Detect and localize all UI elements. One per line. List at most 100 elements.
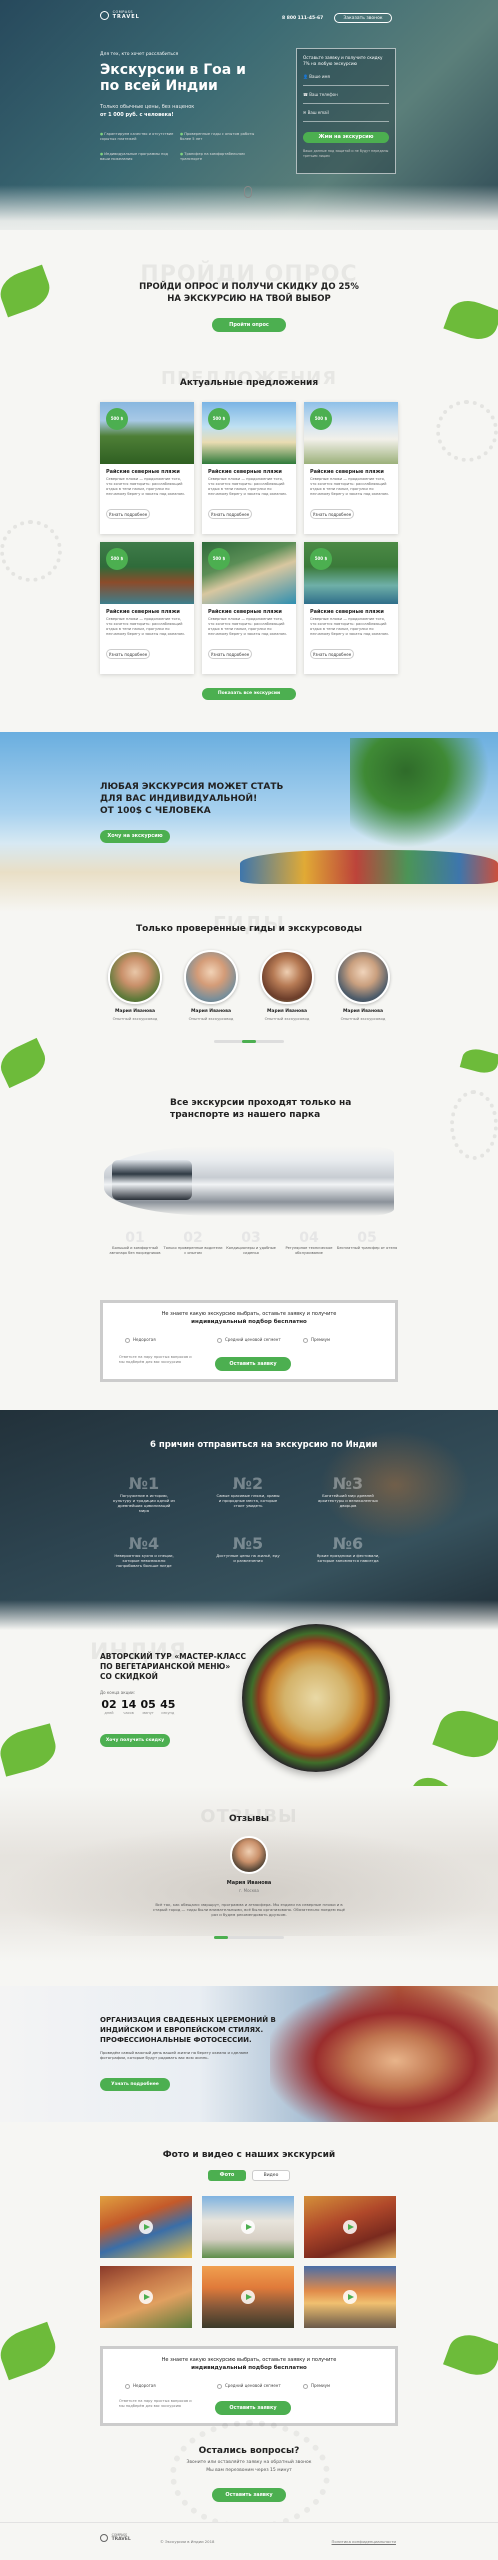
gallery-tile[interactable] xyxy=(202,2196,294,2258)
form-title-2: индивидуальный подбор бесплатно xyxy=(191,1319,307,1325)
hero-bullet: ● Трансфер на комфортабельном транспорте xyxy=(180,152,245,161)
gallery-tile[interactable] xyxy=(100,2266,192,2328)
radio-option[interactable]: Премиум xyxy=(303,1337,330,1343)
guides-title: Только проверенные гиды и экскурсоводы xyxy=(135,924,363,934)
offer-badge: 500 $ xyxy=(310,548,332,570)
compass-icon xyxy=(100,10,109,20)
tour-title-2: ПО ВЕГЕТАРИАНСКОЙ МЕНЮ» xyxy=(100,1662,231,1671)
offer-more-button[interactable]: Узнать подробнее xyxy=(310,509,354,519)
review-slider-dots[interactable] xyxy=(214,1936,284,1939)
radio-icon xyxy=(125,1337,130,1343)
form-title-2: индивидуальный подбор бесплатно xyxy=(191,2365,307,2371)
guide-name: Мария Иванова xyxy=(342,1009,384,1014)
header-phone[interactable]: 8 800 111-45-67 xyxy=(282,16,323,21)
offer-card[interactable]: 500 $ Райские северные пляжи Северные пл… xyxy=(304,542,398,674)
individual-button[interactable]: Хочу на экскурсию xyxy=(100,830,170,843)
show-all-tours-button[interactable]: Показать все экскурсии xyxy=(202,688,296,700)
phone-field[interactable]: ☎ Ваш телефон xyxy=(303,92,389,104)
offer-card[interactable]: 500 $ Райские северные пляжи Северные пл… xyxy=(100,402,194,534)
guide-photo xyxy=(336,950,390,1004)
reason-text: Невероятная кухня и специи, которые нево… xyxy=(114,1553,174,1568)
tour-discount-button[interactable]: Хочу получить скидку xyxy=(100,1734,170,1747)
radio-option[interactable]: Средний ценовой сегмент xyxy=(217,2383,281,2389)
form-side-note: Ответьте на пару простых вопросов и мы п… xyxy=(119,2399,192,2408)
transport-feature: 04 Регулярное техническое обслуживание xyxy=(278,1230,340,1256)
offer-card[interactable]: 500 $ Райские северные пляжи Северные пл… xyxy=(202,542,296,674)
offer-badge: 500 $ xyxy=(106,548,128,570)
tab-photo[interactable]: Фото xyxy=(208,2170,246,2181)
feature-number: 02 xyxy=(183,1230,203,1246)
questions-button[interactable]: Оставить заявку xyxy=(212,2488,286,2502)
wedding-text: Проведём самый важный день вашей жизни н… xyxy=(100,2050,249,2060)
quiz-title-2: НА ЭКСКУРСИЮ НА ТВОЙ ВЫБОР xyxy=(167,294,331,304)
wedding-title-1: ОРГАНИЗАЦИЯ СВАДЕБНЫХ ЦЕРЕМОНИЙ В xyxy=(100,2016,276,2024)
slider-active-dot[interactable] xyxy=(214,1936,228,1939)
gallery-tile[interactable] xyxy=(100,2196,192,2258)
transport-feature: 05 Бесплатный трансфер от отеля xyxy=(336,1230,398,1251)
form-submit-button[interactable]: Оставить заявку xyxy=(215,1357,291,1371)
hero-section: COMPASS TRAVEL 8 800 111-45-67 Заказать … xyxy=(0,0,498,230)
radio-option[interactable]: Средний ценовой сегмент xyxy=(217,1337,281,1343)
slider-dots[interactable] xyxy=(214,1040,284,1043)
slider-active-dot[interactable] xyxy=(242,1040,256,1043)
copyright: © Экскурсии в Индии 2018 xyxy=(160,2539,215,2544)
bride-photo xyxy=(270,1986,498,2122)
callback-button[interactable]: Заказать звонок xyxy=(334,13,392,23)
tab-video[interactable]: Видео xyxy=(252,2170,290,2181)
leaf-decoration xyxy=(443,2328,498,2382)
gallery-tile[interactable] xyxy=(304,2196,396,2258)
radio-icon xyxy=(303,1337,308,1343)
quiz-button[interactable]: Пройти опрос xyxy=(212,318,286,332)
email-field[interactable]: ✉ Ваш email xyxy=(303,110,389,122)
radio-option[interactable]: Недорогая xyxy=(125,2383,156,2389)
reason-text: Погружение в историю, культуру и традици… xyxy=(113,1493,175,1513)
guide-role: Опытный экскурсовод xyxy=(340,1016,386,1021)
gallery-tile[interactable] xyxy=(304,2266,396,2328)
offer-more-button[interactable]: Узнать подробнее xyxy=(310,649,354,659)
reason-item: №5 Доступные цены на жильё, еду и развле… xyxy=(216,1534,280,1563)
name-field[interactable]: 👤 Ваше имя xyxy=(303,74,389,86)
privacy-policy-link[interactable]: Политика конфиденциальности xyxy=(296,2539,396,2544)
radio-option[interactable]: Недорогая xyxy=(125,1337,156,1343)
footer-logo-bottom: TRAVEL xyxy=(111,2537,131,2542)
feature-number: 01 xyxy=(125,1230,145,1246)
offer-card[interactable]: 500 $ Райские северные пляжи Северные пл… xyxy=(202,402,296,534)
offer-more-button[interactable]: Узнать подробнее xyxy=(106,509,150,519)
reason-text: Самые красивые пляжи, храмы и природные … xyxy=(216,1493,280,1508)
guide-card: Мария Иванова Опытный экскурсовод xyxy=(254,950,320,1021)
countdown-seconds: 45 секунд xyxy=(160,1698,176,1715)
reason-number: №3 xyxy=(332,1474,364,1493)
tour-title-1: АВТОРСКИЙ ТУР «МАСТЕР-КЛАСС xyxy=(100,1652,246,1661)
hero-submit-button[interactable]: Жми на экскурсию xyxy=(303,132,389,143)
transport-title-1: Все экскурсии проходят только на xyxy=(170,1098,352,1108)
hero-form: Оставьте заявку и получите скидку 7% на … xyxy=(296,48,396,174)
guide-role: Опытный экскурсовод xyxy=(264,1016,310,1021)
questions-title: Остались вопросы? xyxy=(198,2446,300,2456)
radio-icon xyxy=(217,1337,222,1343)
offer-card[interactable]: 500 $ Райские северные пляжи Северные пл… xyxy=(304,402,398,534)
radio-icon xyxy=(303,2383,308,2389)
offer-text: Северные пляжи — продолжение того, что х… xyxy=(208,477,287,496)
offer-more-button[interactable]: Узнать подробнее xyxy=(208,649,252,659)
radio-option[interactable]: Премиум xyxy=(303,2383,330,2389)
guide-name: Мария Иванова xyxy=(266,1009,308,1014)
transport-feature: 02 Только проверенные водители с опытом xyxy=(162,1230,224,1256)
offer-card[interactable]: 500 $ Райские северные пляжи Северные пл… xyxy=(100,542,194,674)
play-icon xyxy=(139,2290,153,2304)
logo[interactable]: COMPASS TRAVEL xyxy=(100,10,140,20)
countdown-minutes: 05 минут xyxy=(140,1698,156,1715)
offer-more-button[interactable]: Узнать подробнее xyxy=(106,649,150,659)
gallery-tile[interactable] xyxy=(202,2266,294,2328)
footer-logo[interactable]: COMPASS TRAVEL xyxy=(100,2533,131,2542)
wedding-button[interactable]: Узнать подробнее xyxy=(100,2078,170,2091)
play-icon xyxy=(139,2220,153,2234)
scroll-down-icon[interactable] xyxy=(244,186,252,198)
leaf-decoration xyxy=(0,2321,62,2381)
review-text: Всё так, как обещали: маршрут, программа… xyxy=(152,1902,346,1917)
countdown-days: 02 дней xyxy=(101,1698,117,1715)
hero-subtitle-2: от 1 000 руб. с человека! xyxy=(100,112,174,118)
hero-subtitle-1: Только обычные цены, без наценок xyxy=(100,104,195,110)
wedding-title-2: ИНДИЙСКОМ И ЕВРОПЕЙСКОМ СТИЛЯХ. xyxy=(100,2026,264,2034)
form-submit-button[interactable]: Оставить заявку xyxy=(215,2401,291,2415)
offer-more-button[interactable]: Узнать подробнее xyxy=(208,509,252,519)
